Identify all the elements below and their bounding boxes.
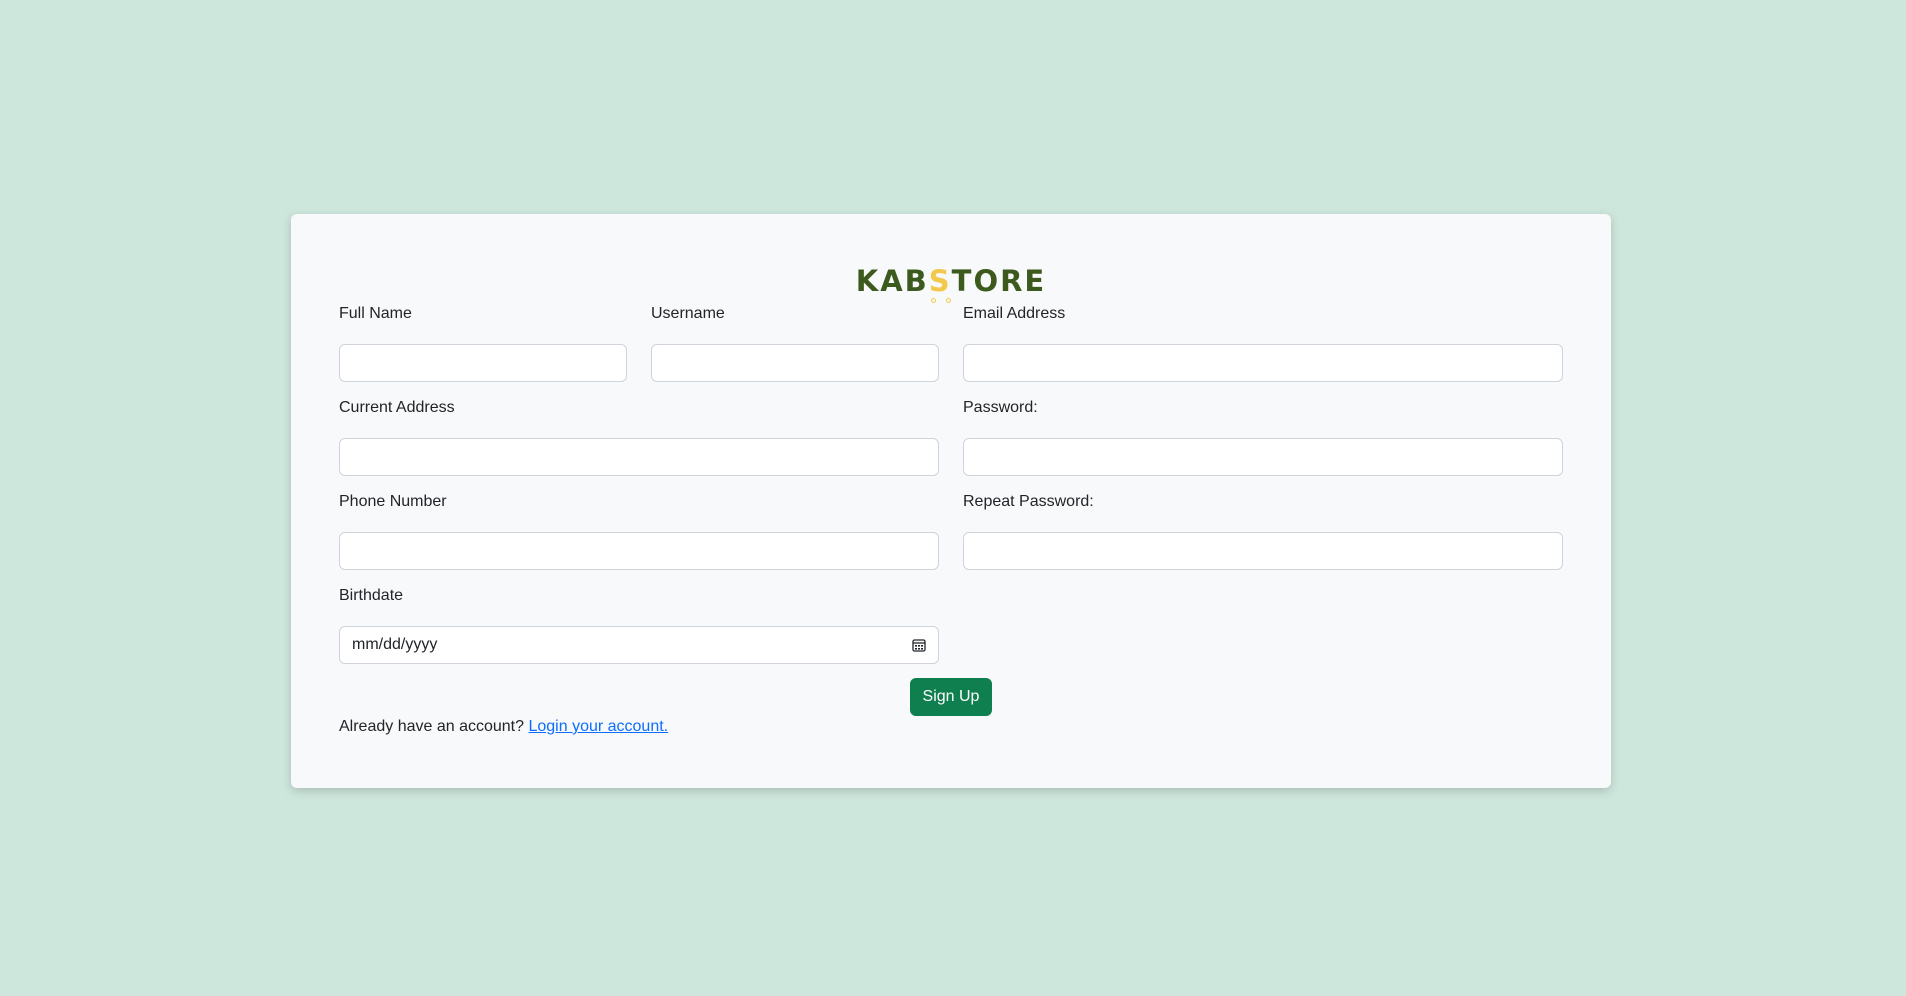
current-address-label: Current Address — [339, 399, 455, 416]
email-label: Email Address — [963, 305, 1066, 322]
logo-suffix: TORE — [951, 264, 1047, 298]
email-input[interactable] — [963, 344, 1563, 382]
phone-label: Phone Number — [339, 493, 447, 510]
birthdate-label: Birthdate — [339, 587, 404, 604]
logo-s-cart: S — [928, 264, 952, 303]
repeat-password-group: Repeat Password: — [963, 492, 1563, 570]
username-input[interactable] — [651, 344, 939, 382]
birthdate-group: Birthdate mm/dd/yyyy — [339, 586, 939, 664]
brand-logo: KAB S TORE — [291, 264, 1611, 304]
login-prompt-text: Already have an account? — [339, 718, 525, 735]
logo-s: S — [928, 264, 952, 298]
full-name-group: Full Name — [339, 304, 627, 382]
login-link[interactable]: Login your account. — [528, 718, 668, 735]
email-group: Email Address — [963, 304, 1563, 382]
signup-card: KAB S TORE Full Name Username Email Addr… — [291, 214, 1611, 788]
repeat-password-label: Repeat Password: — [963, 493, 1094, 510]
password-group: Password: — [963, 398, 1563, 476]
full-name-label: Full Name — [339, 305, 412, 322]
calendar-icon[interactable] — [912, 638, 926, 652]
username-label: Username — [651, 305, 725, 322]
password-label: Password: — [963, 399, 1038, 416]
logo-text: KAB S TORE — [855, 264, 1047, 303]
phone-group: Phone Number — [339, 492, 939, 570]
full-name-input[interactable] — [339, 344, 627, 382]
birthdate-input[interactable]: mm/dd/yyyy — [339, 626, 939, 664]
login-prompt: Already have an account? Login your acco… — [339, 718, 668, 736]
current-address-input[interactable] — [339, 438, 939, 476]
password-input[interactable] — [963, 438, 1563, 476]
sign-up-button[interactable]: Sign Up — [910, 678, 992, 716]
repeat-password-input[interactable] — [963, 532, 1563, 570]
phone-input[interactable] — [339, 532, 939, 570]
birthdate-placeholder: mm/dd/yyyy — [352, 636, 438, 653]
username-group: Username — [651, 304, 939, 382]
current-address-group: Current Address — [339, 398, 939, 476]
logo-prefix: KAB — [855, 264, 929, 298]
